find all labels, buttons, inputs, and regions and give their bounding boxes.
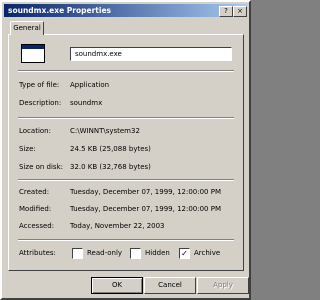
archive-label[interactable]: Archive [194, 248, 220, 259]
created-label: Created: [19, 188, 50, 196]
tab-general[interactable]: General [10, 21, 44, 35]
size-value: 24.5 KB (25,088 bytes) [70, 145, 151, 153]
size-on-disk-label: Size on disk: [19, 163, 63, 171]
separator [18, 70, 234, 72]
modified-value: Tuesday, December 07, 1999, 12:00:00 PM [70, 205, 221, 213]
apply-button[interactable]: Apply [197, 277, 249, 294]
type-value: Application [70, 81, 110, 89]
location-value: C:\WINNT\system32 [70, 127, 140, 135]
general-panel: soundmx.exe Type of file: Application De… [8, 34, 244, 271]
accessed-value: Today, November 22, 2003 [70, 222, 165, 230]
archive-checkbox[interactable]: ✓ [179, 248, 190, 259]
separator [18, 239, 234, 241]
description-value: soundmx [70, 99, 103, 107]
properties-window: soundmx.exe Properties ? × General sound… [0, 0, 251, 300]
description-label: Description: [19, 99, 62, 107]
size-label: Size: [19, 145, 36, 153]
hidden-checkbox[interactable] [130, 248, 141, 259]
accessed-label: Accessed: [19, 222, 55, 230]
application-icon [21, 44, 45, 63]
cancel-button[interactable]: Cancel [144, 277, 196, 294]
created-value: Tuesday, December 07, 1999, 12:00:00 PM [70, 188, 221, 196]
modified-label: Modified: [19, 205, 52, 213]
attributes-label: Attributes: [19, 249, 56, 257]
close-button[interactable]: × [233, 6, 247, 17]
type-label: Type of file: [19, 81, 60, 89]
read-only-checkbox[interactable] [72, 248, 83, 259]
location-label: Location: [19, 127, 51, 135]
help-button[interactable]: ? [219, 6, 233, 17]
size-on-disk-value: 32.0 KB (32,768 bytes) [70, 163, 151, 171]
file-name-field[interactable]: soundmx.exe [70, 47, 232, 61]
ok-button[interactable]: OK [91, 277, 143, 294]
window-title: soundmx.exe Properties [8, 6, 111, 15]
hidden-label[interactable]: Hidden [145, 248, 170, 259]
title-bar[interactable]: soundmx.exe Properties ? × [4, 4, 247, 17]
read-only-label[interactable]: Read-only [87, 248, 122, 259]
separator [18, 117, 234, 119]
separator [18, 179, 234, 181]
